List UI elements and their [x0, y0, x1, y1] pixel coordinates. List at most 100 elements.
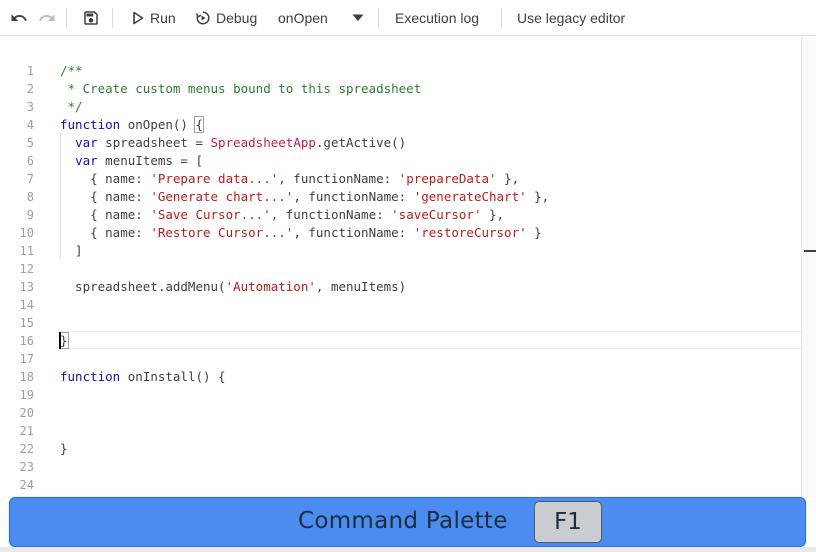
code-token: 'restoreCursor'	[413, 225, 527, 240]
code-token: var	[75, 135, 98, 150]
code-token: 'Generate chart...'	[150, 189, 294, 204]
code-token: function	[60, 369, 121, 384]
save-button[interactable]	[82, 0, 100, 35]
current-line-highlight	[60, 331, 816, 349]
code-token: }	[60, 441, 68, 456]
debug-button[interactable]: Debug	[195, 0, 257, 35]
code-line[interactable]: }	[59, 332, 69, 350]
line-number: 12	[19, 262, 34, 276]
line-number: 6	[26, 154, 34, 168]
code-token: */	[60, 99, 83, 114]
code-line[interactable]: { name: 'Prepare data...', functionName:…	[60, 170, 519, 188]
line-number: 1	[26, 64, 34, 78]
line-number: 21	[19, 424, 34, 438]
code-token: { name:	[60, 225, 151, 240]
line-number: 7	[26, 172, 34, 186]
line-number: 17	[19, 352, 34, 366]
code-editor[interactable]: 1 2 3 4 5 6 7 8 9 10 11 12 13 14 15 16 17 18 19 20 21 22 23 24 …	[0, 37, 816, 497]
code-token: 'generateChart'	[413, 189, 527, 204]
code-line[interactable]: { name: 'Generate chart...', functionNam…	[60, 188, 549, 206]
code-token: },	[526, 189, 550, 204]
code-token: menuItems = [	[97, 153, 203, 168]
code-line[interactable]: var spreadsheet = SpreadsheetApp.getActi…	[60, 134, 406, 152]
code-token: 'Restore Cursor...'	[150, 225, 294, 240]
redo-icon	[38, 9, 56, 27]
undo-button[interactable]	[10, 0, 28, 35]
execution-log-button[interactable]: Execution log	[395, 0, 479, 35]
code-line[interactable]: * Create custom menus bound to this spre…	[60, 80, 422, 98]
line-number: 24	[19, 478, 34, 492]
debug-label: Debug	[216, 9, 258, 26]
code-token: .getActive()	[315, 135, 407, 150]
line-number: 23	[19, 460, 34, 474]
code-line[interactable]: function onInstall() {	[60, 368, 226, 386]
code-token: var	[75, 153, 98, 168]
chevron-down-icon	[352, 14, 364, 22]
toolbar-divider	[66, 8, 67, 28]
code-token: { name:	[60, 207, 151, 222]
code-token: }	[526, 225, 542, 240]
line-number: 15	[19, 316, 34, 330]
code-line[interactable]: { name: 'Restore Cursor...', functionNam…	[60, 224, 542, 242]
code-line[interactable]: ]	[60, 242, 83, 260]
code-token: }	[59, 332, 69, 349]
function-select-dropdown[interactable]	[352, 0, 364, 35]
code-token: * Create custom menus bound to this spre…	[60, 81, 422, 96]
line-number: 9	[26, 208, 34, 222]
code-token: onOpen()	[120, 117, 196, 132]
code-line[interactable]: function onOpen() {	[60, 116, 204, 134]
code-line[interactable]: spreadsheet.addMenu('Automation', menuIt…	[60, 278, 406, 296]
code-token: 'Prepare data...'	[150, 171, 279, 186]
legacy-editor-label: Use legacy editor	[517, 9, 626, 26]
code-token: 'Automation'	[225, 279, 316, 294]
code-token: {	[194, 116, 204, 133]
line-number: 22	[19, 442, 34, 456]
code-token: },	[481, 207, 505, 222]
line-number: 20	[19, 406, 34, 420]
code-token: },	[496, 171, 520, 186]
code-token: 'prepareData'	[398, 171, 497, 186]
code-token: { name:	[60, 189, 151, 204]
line-number: 14	[19, 298, 34, 312]
legacy-editor-button[interactable]: Use legacy editor	[517, 0, 625, 35]
code-line[interactable]: var menuItems = [	[60, 152, 203, 170]
line-number: 10	[19, 226, 34, 240]
code-line[interactable]: }	[60, 440, 68, 458]
toolbar-divider	[501, 8, 502, 28]
code-token: 'saveCursor'	[391, 207, 482, 222]
line-number: 19	[19, 388, 34, 402]
code-line[interactable]: { name: 'Save Cursor...', functionName: …	[60, 206, 504, 224]
execution-log-label: Execution log	[395, 9, 480, 26]
vertical-scrollbar[interactable]	[801, 37, 816, 497]
code-token: { name:	[60, 171, 151, 186]
command-palette-banner[interactable]: Command Palette F1	[9, 497, 806, 547]
run-button[interactable]: Run	[132, 0, 176, 35]
code-token: spreadsheet =	[97, 135, 211, 150]
command-palette-label: Command Palette	[298, 508, 508, 534]
code-token: 'Save Cursor...'	[150, 207, 271, 222]
code-token: spreadsheet.addMenu(	[60, 279, 226, 294]
undo-icon	[10, 9, 28, 27]
line-number: 5	[26, 136, 34, 150]
redo-button[interactable]	[38, 0, 56, 35]
code-line[interactable]: /**	[60, 62, 83, 80]
code-token: , functionName:	[293, 189, 414, 204]
line-number: 13	[19, 280, 34, 294]
code-token: , functionName:	[293, 225, 414, 240]
toolbar-divider	[378, 8, 379, 28]
toolbar-divider	[112, 8, 113, 28]
line-number: 16	[19, 334, 34, 348]
code-token: ]	[60, 243, 83, 258]
save-icon	[82, 9, 100, 27]
play-icon	[132, 11, 144, 25]
code-token: SpreadsheetApp	[210, 135, 316, 150]
code-line[interactable]: */	[60, 98, 83, 116]
function-select-value: onOpen	[278, 9, 328, 26]
function-select[interactable]: onOpen	[278, 0, 328, 35]
editor-toolbar: Run Debug onOpen Execution log Use legac…	[0, 0, 816, 36]
run-label: Run	[150, 9, 176, 26]
code-token: , functionName:	[270, 207, 392, 222]
line-number: 2	[26, 82, 34, 96]
code-token: function	[60, 117, 121, 132]
